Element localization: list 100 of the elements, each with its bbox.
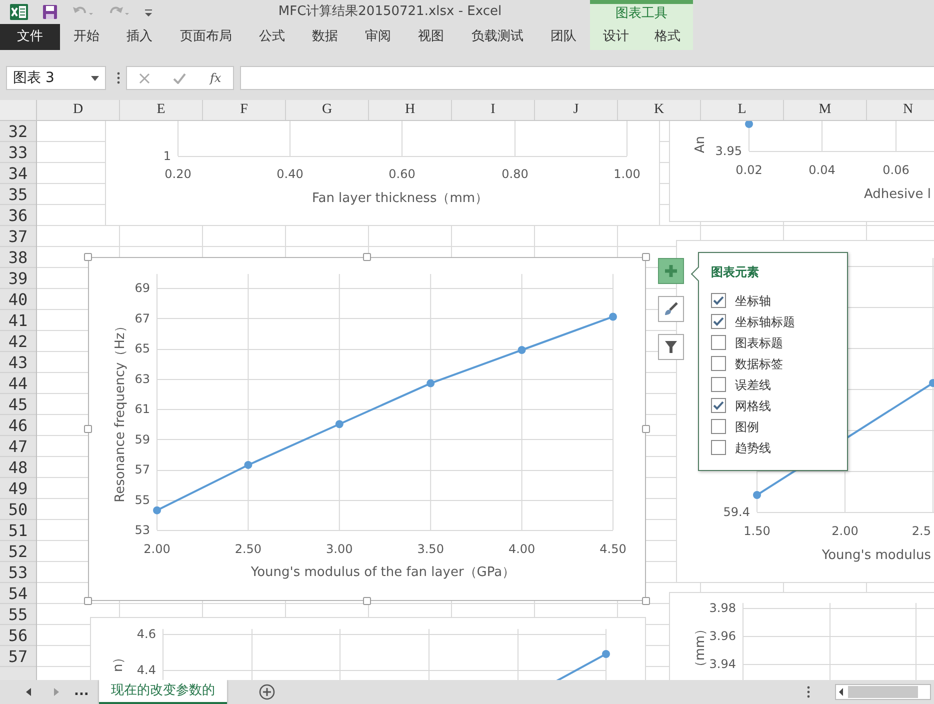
checkbox-label[interactable]: 图例	[735, 418, 759, 436]
resize-handle[interactable]	[84, 253, 92, 261]
checkbox[interactable]	[711, 293, 726, 308]
row-header[interactable]: 49	[0, 478, 36, 499]
checkbox[interactable]	[711, 377, 726, 392]
tick-label: 1	[163, 149, 171, 163]
row-header[interactable]: 50	[0, 499, 36, 520]
row-header[interactable]: 36	[0, 205, 36, 226]
brush-button[interactable]	[658, 296, 684, 322]
filter-button[interactable]	[658, 334, 684, 360]
row-header[interactable]: 51	[0, 520, 36, 541]
ribbon-tab[interactable]: 公式	[250, 24, 293, 50]
ribbon-tab[interactable]: 视图	[410, 24, 452, 50]
resize-handle[interactable]	[642, 425, 650, 433]
row-header[interactable]: 46	[0, 415, 36, 436]
checkbox-label[interactable]: 图表标题	[735, 334, 783, 352]
insert-function-button[interactable]: fx	[210, 69, 222, 87]
row-header[interactable]: 41	[0, 310, 36, 331]
tick-label: 4.4	[136, 663, 156, 677]
column-header[interactable]: K	[618, 100, 701, 120]
tick-label: 0.04	[808, 163, 836, 177]
ribbon-tab[interactable]: 团队	[542, 24, 584, 50]
ribbon-tab[interactable]: 审阅	[357, 24, 400, 50]
row-header[interactable]: 47	[0, 436, 36, 457]
ribbon-tab[interactable]: 插入	[118, 24, 161, 50]
row-header[interactable]: 33	[0, 142, 36, 163]
sheet-tab[interactable]: 现在的改变参数的	[98, 680, 227, 704]
row-header[interactable]: 55	[0, 604, 36, 625]
formula-field[interactable]	[240, 66, 934, 90]
checkbox-label[interactable]: 数据标签	[735, 354, 783, 372]
resize-handle[interactable]	[642, 597, 650, 605]
row-header[interactable]: 52	[0, 541, 36, 562]
resize-handle[interactable]	[363, 253, 371, 261]
column-header[interactable]: N	[867, 100, 934, 120]
checkbox[interactable]	[711, 419, 726, 434]
checkbox[interactable]	[711, 356, 726, 371]
ribbon-tab[interactable]: 开始	[66, 24, 108, 50]
add-icon	[258, 684, 275, 700]
row-header[interactable]: 53	[0, 562, 36, 583]
row-header[interactable]: 42	[0, 331, 36, 352]
row-header[interactable]: 57	[0, 646, 36, 667]
row-header[interactable]: 40	[0, 289, 36, 310]
row-header[interactable]: 43	[0, 352, 36, 373]
add-element-button[interactable]	[658, 258, 684, 284]
column-header[interactable]: E	[120, 100, 203, 120]
horizontal-scrollbar[interactable]	[834, 684, 931, 700]
checkbox[interactable]	[711, 398, 726, 413]
checkbox[interactable]	[711, 440, 726, 455]
checkbox[interactable]	[711, 314, 726, 329]
axis-title: n）	[111, 650, 126, 672]
column-header[interactable]: D	[37, 100, 120, 120]
tick-label: 57	[134, 462, 150, 476]
column-header[interactable]: M	[784, 100, 867, 120]
ribbon-tab[interactable]: 负载测试	[463, 24, 532, 50]
checkbox[interactable]	[711, 335, 726, 350]
resize-handle[interactable]	[84, 597, 92, 605]
cancel-icon[interactable]	[138, 72, 150, 84]
checkbox-label[interactable]: 误差线	[735, 376, 771, 394]
column-header[interactable]: H	[369, 100, 452, 120]
column-header[interactable]: F	[203, 100, 286, 120]
row-header[interactable]: 44	[0, 373, 36, 394]
row-header[interactable]: 34	[0, 163, 36, 184]
column-header[interactable]: G	[286, 100, 369, 120]
checkbox-label[interactable]: 趋势线	[735, 438, 771, 456]
column-header[interactable]: I	[452, 100, 535, 120]
new-sheet-button[interactable]	[258, 684, 275, 700]
resize-handle[interactable]	[363, 597, 371, 605]
row-header[interactable]: 56	[0, 625, 36, 646]
row-header[interactable]: 32	[0, 121, 36, 142]
row-header[interactable]: 38	[0, 247, 36, 268]
ribbon-tab[interactable]: 数据	[304, 24, 346, 50]
row-header[interactable]: 45	[0, 394, 36, 415]
chart-area[interactable]	[669, 121, 934, 222]
axis-title: （mm）	[693, 622, 708, 674]
save-icon	[42, 4, 58, 20]
row-header[interactable]: 54	[0, 583, 36, 604]
checkbox-label[interactable]: 网格线	[735, 396, 771, 414]
chart-area[interactable]	[88, 257, 646, 601]
checkbox-label[interactable]: 坐标轴标题	[735, 312, 795, 330]
resize-handle[interactable]	[84, 425, 92, 433]
ribbon-tab[interactable]: 格式	[646, 24, 688, 50]
excel-logo-icon[interactable]	[10, 3, 28, 21]
row-header[interactable]: 48	[0, 457, 36, 478]
row-header[interactable]: 35	[0, 184, 36, 205]
row-header[interactable]: 39	[0, 268, 36, 289]
save-button[interactable]	[42, 4, 58, 20]
file-tab[interactable]: 文件	[0, 24, 60, 50]
resize-handle[interactable]	[642, 253, 650, 261]
row-header[interactable]: 37	[0, 226, 36, 247]
name-box[interactable]: 图表 3	[6, 66, 106, 90]
checkbox-label[interactable]: 坐标轴	[735, 292, 771, 310]
column-header[interactable]: L	[701, 100, 784, 120]
tick-label: 59	[134, 432, 150, 446]
ribbon-tab[interactable]: 设计	[594, 24, 637, 50]
column-header[interactable]: J	[535, 100, 618, 120]
splitter-handle[interactable]	[117, 72, 120, 84]
check-icon[interactable]	[173, 72, 186, 84]
ribbon-tab[interactable]: 页面布局	[172, 24, 240, 50]
more-sheets-button[interactable]: ...	[70, 682, 93, 702]
splitter-handle[interactable]	[806, 686, 810, 698]
